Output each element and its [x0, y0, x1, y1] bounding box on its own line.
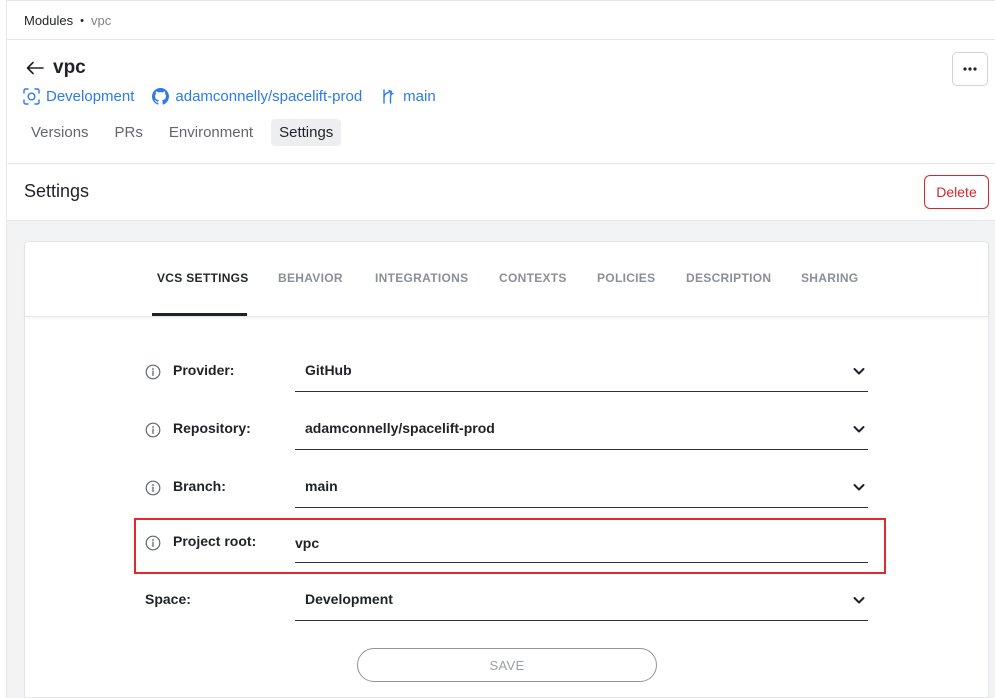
- branch-field-label: Branch:: [173, 478, 226, 494]
- breadcrumb-current: vpc: [91, 13, 112, 28]
- branch-row: Branch: main: [145, 468, 869, 508]
- space-value: Development: [305, 591, 393, 607]
- back-arrow-icon[interactable]: [26, 59, 44, 77]
- tab-policies[interactable]: POLICIES: [597, 271, 655, 285]
- provider-label: Provider:: [173, 362, 235, 378]
- module-page: Modules • vpc vpc Development adamconnel…: [6, 0, 995, 698]
- tab-settings[interactable]: Settings: [271, 119, 342, 146]
- repository-row: Repository: adamconnelly/spacelift-prod: [145, 410, 869, 450]
- active-tab-indicator: [152, 313, 247, 316]
- provider-row: Provider: GitHub: [145, 352, 869, 392]
- chevron-down-icon: [853, 597, 865, 604]
- info-icon[interactable]: [145, 480, 161, 496]
- project-root-label: Project root:: [173, 533, 257, 549]
- page-title: vpc: [53, 57, 86, 78]
- chevron-down-icon: [853, 426, 865, 433]
- divider: [7, 39, 995, 40]
- settings-tab-bar: VCS SETTINGS BEHAVIOR INTEGRATIONS CONTE…: [25, 242, 988, 317]
- repository-link[interactable]: adamconnelly/spacelift-prod: [152, 88, 362, 105]
- title-row: vpc: [26, 57, 86, 79]
- module-meta: Development adamconnelly/spacelift-prod …: [23, 88, 436, 105]
- settings-title: Settings: [24, 181, 90, 201]
- branch-link[interactable]: main: [380, 88, 436, 105]
- tab-vcs-settings[interactable]: VCS SETTINGS: [157, 271, 249, 285]
- branch-value: main: [305, 478, 338, 494]
- repository-value: adamconnelly/spacelift-prod: [305, 420, 495, 436]
- provider-select[interactable]: GitHub: [295, 352, 868, 392]
- space-select[interactable]: Development: [295, 581, 868, 621]
- branch-icon: [383, 89, 394, 104]
- delete-button[interactable]: Delete: [924, 175, 989, 209]
- tab-sharing[interactable]: SHARING: [801, 271, 858, 285]
- info-icon[interactable]: [145, 422, 161, 438]
- breadcrumb: Modules • vpc: [24, 13, 111, 28]
- tab-contexts[interactable]: CONTEXTS: [499, 271, 567, 285]
- module-tabs: Versions PRs Environment Settings: [23, 119, 342, 146]
- project-root-input[interactable]: [295, 523, 868, 563]
- tab-versions[interactable]: Versions: [23, 119, 97, 146]
- save-button[interactable]: SAVE: [357, 648, 657, 682]
- settings-header: Settings Delete: [7, 164, 995, 220]
- tab-integrations[interactable]: INTEGRATIONS: [375, 271, 468, 285]
- repository-field-label: Repository:: [173, 420, 251, 436]
- tab-prs[interactable]: PRs: [107, 119, 151, 146]
- more-options-button[interactable]: [952, 52, 988, 86]
- tab-behavior[interactable]: BEHAVIOR: [278, 271, 343, 285]
- tab-description[interactable]: DESCRIPTION: [686, 271, 771, 285]
- tab-environment[interactable]: Environment: [161, 119, 261, 146]
- repository-select[interactable]: adamconnelly/spacelift-prod: [295, 410, 868, 450]
- breadcrumb-separator: •: [80, 14, 84, 27]
- branch-label: main: [403, 88, 436, 105]
- space-label: Development: [46, 88, 135, 105]
- ellipsis-icon: [963, 67, 977, 71]
- space-icon: [23, 88, 40, 105]
- top-border: [7, 0, 995, 5]
- breadcrumb-modules-link[interactable]: Modules: [24, 13, 73, 28]
- provider-value: GitHub: [305, 362, 352, 378]
- project-root-row: Project root:: [145, 523, 869, 563]
- chevron-down-icon: [853, 484, 865, 491]
- space-field-label: Space:: [145, 591, 191, 607]
- github-icon: [152, 88, 170, 105]
- space-row: Space: Development: [145, 581, 869, 621]
- branch-select[interactable]: main: [295, 468, 868, 508]
- info-icon[interactable]: [145, 364, 161, 380]
- repository-label: adamconnelly/spacelift-prod: [175, 88, 363, 105]
- chevron-down-icon: [853, 368, 865, 375]
- space-link[interactable]: Development: [23, 88, 134, 105]
- info-icon[interactable]: [145, 535, 161, 551]
